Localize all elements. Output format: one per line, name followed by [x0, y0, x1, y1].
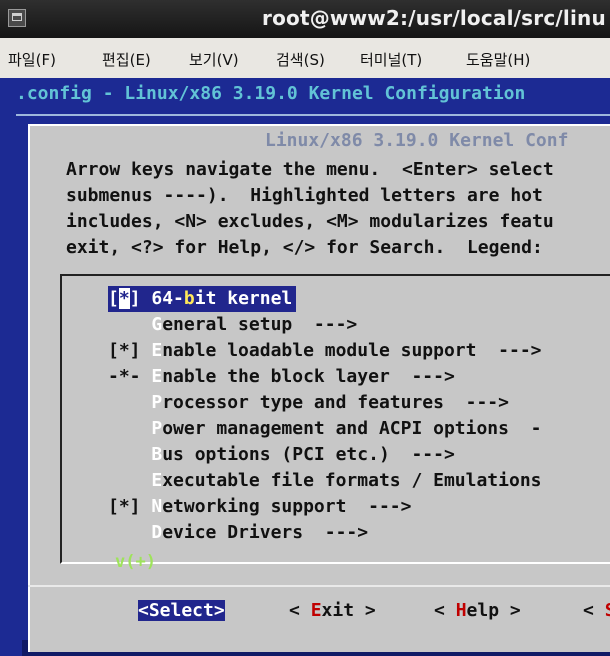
terminal-window-icon[interactable] [8, 9, 26, 27]
save-button-bracket: < [583, 600, 605, 621]
config-title-bar: .config - Linux/x86 3.19.0 Kernel Config… [0, 78, 610, 114]
menu-item-prefix: [ [108, 288, 119, 309]
menu-item-hotkey: b [183, 288, 195, 309]
help-button[interactable]: < Help > [434, 600, 521, 621]
menu-item-selected[interactable]: [*] 64-bit kernel [108, 286, 297, 312]
menu-terminal[interactable]: 터미널(T) [360, 49, 422, 70]
menu-item-label: evice Drivers ---> [162, 522, 369, 543]
menu-item[interactable]: General setup ---> [108, 312, 542, 338]
menu-item-hotkey: E [151, 470, 163, 491]
menu-item[interactable]: -*- Enable the block layer ---> [108, 364, 542, 390]
exit-button-bracket: < [289, 600, 311, 621]
menu-item-prefix [108, 444, 151, 465]
window-title: root@www2:/usr/local/src/linu [262, 6, 606, 30]
help-button-bracket: < [434, 600, 456, 621]
help-hotkey: H [455, 600, 467, 621]
menu-bar: 파일(F) 편집(E) 보기(V) 검색(S) 터미널(T) 도움말(H) [0, 38, 610, 79]
help-line: Arrow keys navigate the menu. <Enter> se… [66, 159, 554, 180]
window-titlebar: root@www2:/usr/local/src/linu [0, 0, 610, 38]
menu-search[interactable]: 검색(S) [276, 49, 325, 70]
exit-button[interactable]: < Exit > [289, 600, 376, 621]
menu-item-hotkey: E [151, 366, 163, 387]
menu-item-bracket: ] [129, 288, 152, 309]
menu-item-label: nable loadable module support ---> [162, 340, 542, 361]
menu-item-hotkey: B [151, 444, 163, 465]
menu-view[interactable]: 보기(V) [189, 49, 239, 70]
help-text: Arrow keys navigate the menu. <Enter> se… [66, 157, 554, 261]
menu-item-hotkey: P [151, 392, 163, 413]
menu-help[interactable]: 도움말(H) [466, 49, 530, 70]
menu-file[interactable]: 파일(F) [8, 49, 56, 70]
menu-item-prefix [108, 392, 151, 413]
save-hotkey: S [605, 600, 610, 621]
menu-item-label: etworking support ---> [162, 496, 412, 517]
menu-item-prefix [108, 314, 151, 335]
menu-item[interactable]: Processor type and features ---> [108, 390, 542, 416]
menu-list: [*] 64-bit kernel General setup ---> [*] … [108, 286, 542, 546]
menu-item-label: us options (PCI etc.) ---> [162, 444, 455, 465]
menu-item-prefix [108, 522, 151, 543]
menu-item-prefix [108, 470, 151, 491]
menu-item-prefix [108, 418, 151, 439]
menu-item-label-start: 64- [151, 288, 184, 309]
menu-item-label: rocessor type and features ---> [162, 392, 509, 413]
help-line: exit, <?> for Help, </> for Search. Lege… [66, 237, 554, 258]
menu-item[interactable]: Power management and ACPI options - [108, 416, 542, 442]
select-button[interactable]: <Select> [138, 600, 225, 621]
menu-item-hotkey: D [151, 522, 163, 543]
exit-hotkey: E [310, 600, 322, 621]
menu-item[interactable]: Executable file formats / Emulations [108, 468, 542, 494]
text-cursor: * [118, 288, 130, 309]
menu-item-label: nable the block layer ---> [162, 366, 455, 387]
menu-item-label: ower management and ACPI options - [162, 418, 542, 439]
help-button-label: elp > [466, 600, 521, 621]
help-line: includes, <N> excludes, <M> modularizes … [66, 211, 554, 232]
menu-item[interactable]: [*] Enable loadable module support ---> [108, 338, 542, 364]
menu-item-prefix: [*] [108, 340, 152, 361]
menu-item-label: it kernel [194, 288, 293, 309]
button-divider [28, 585, 610, 587]
menu-item-prefix: -*- [108, 366, 152, 387]
menu-edit[interactable]: 편집(E) [102, 49, 151, 70]
menu-item-label: eneral setup ---> [162, 314, 358, 335]
menu-item[interactable]: Device Drivers ---> [108, 520, 542, 546]
menu-item-hotkey: E [151, 340, 163, 361]
save-button[interactable]: < S [583, 600, 610, 621]
menu-item-hotkey: P [151, 418, 163, 439]
menu-item-hotkey: N [151, 496, 163, 517]
menu-item-prefix: [*] [108, 496, 152, 517]
dialog-header: Linux/x86 3.19.0 Kernel Conf [265, 130, 569, 151]
help-line: submenus ----). Highlighted letters are … [66, 185, 543, 206]
title-underline [16, 114, 610, 116]
more-items-indicator: v(+) [115, 552, 156, 572]
config-title: .config - Linux/x86 3.19.0 Kernel Config… [16, 83, 526, 104]
menu-item[interactable]: Bus options (PCI etc.) ---> [108, 442, 542, 468]
menu-item[interactable]: [*] Networking support ---> [108, 494, 542, 520]
menu-item-label: xecutable file formats / Emulations [162, 470, 542, 491]
exit-button-label: xit > [321, 600, 376, 621]
menu-item-hotkey: G [151, 314, 163, 335]
